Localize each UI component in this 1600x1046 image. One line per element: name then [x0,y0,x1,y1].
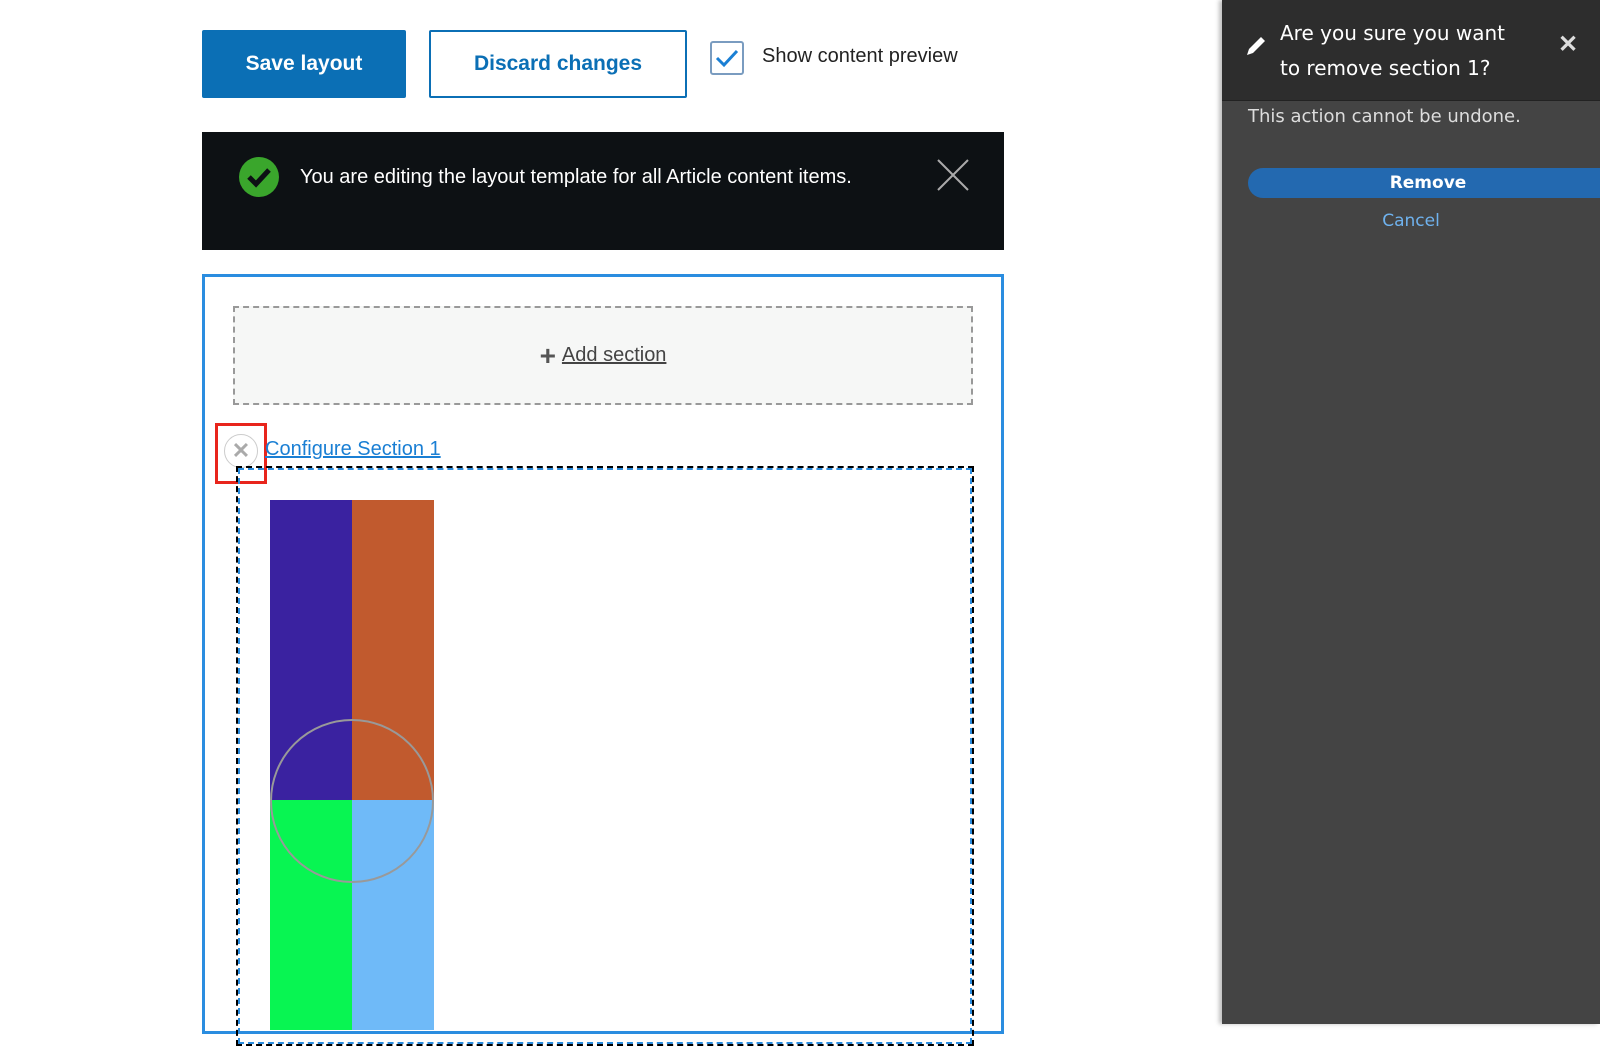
dialog-close-button[interactable]: ✕ [1558,30,1578,59]
discard-changes-button[interactable]: Discard changes [429,30,687,98]
show-content-preview-label: Show content preview [762,45,958,67]
add-section-link[interactable]: + Add section [233,306,973,405]
plus-icon: + [539,339,556,371]
configure-section-link[interactable]: Configure Section 1 [265,438,441,461]
check-circle-icon [239,157,279,197]
status-message: You are editing the layout template for … [202,132,1004,250]
remove-button[interactable]: Remove [1248,168,1600,198]
pencil-icon [1247,37,1265,55]
close-icon[interactable] [936,158,970,192]
remove-section-button[interactable]: ✕ [224,434,258,468]
cancel-link[interactable]: Cancel [1222,211,1600,231]
status-message-text: You are editing the layout template for … [300,166,852,188]
preview-image [270,500,434,1030]
remove-section-dialog: Are you sure you want to remove section … [1222,0,1600,1024]
save-layout-button[interactable]: Save layout [202,30,406,98]
dialog-description: This action cannot be undone. [1248,106,1521,127]
add-section-label: Add section [561,344,667,366]
close-icon: ✕ [231,438,251,463]
checkmark-icon [715,49,739,68]
show-content-preview-checkbox[interactable] [710,41,744,75]
dialog-title: Are you sure you want to remove section … [1280,21,1506,80]
